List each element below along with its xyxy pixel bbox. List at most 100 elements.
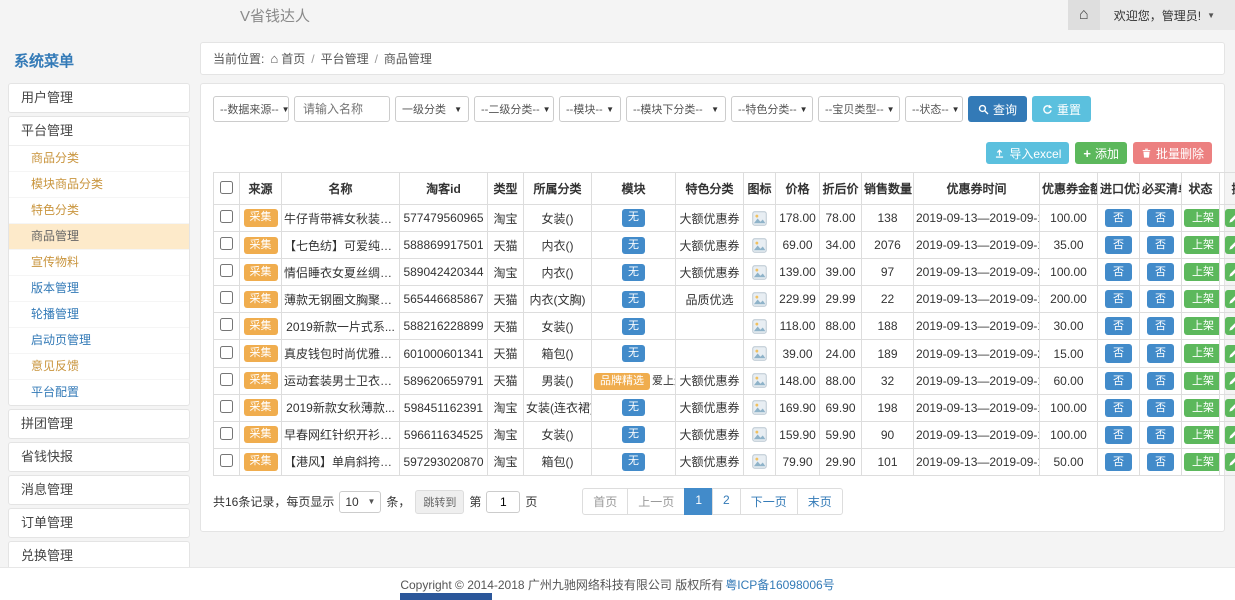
sidebar-group-toggle[interactable]: 消息管理 [9, 476, 189, 504]
select-all-checkbox[interactable] [220, 181, 233, 194]
sidebar-group-toggle[interactable]: 省钱快报 [9, 443, 189, 471]
row-checkbox[interactable] [220, 237, 233, 250]
must-buy-toggle[interactable]: 否 [1147, 290, 1174, 308]
status-toggle[interactable]: 上架 [1184, 209, 1220, 227]
must-buy-toggle[interactable]: 否 [1147, 344, 1174, 362]
must-buy-toggle[interactable]: 否 [1147, 399, 1174, 417]
sidebar-item[interactable]: 宣传物料 [9, 249, 189, 275]
status-toggle[interactable]: 上架 [1184, 236, 1220, 254]
import-select-toggle[interactable]: 否 [1105, 399, 1132, 417]
sidebar-item[interactable]: 模块商品分类 [9, 171, 189, 197]
row-checkbox[interactable] [220, 346, 233, 359]
status-toggle[interactable]: 上架 [1184, 317, 1220, 335]
must-buy-toggle[interactable]: 否 [1147, 236, 1174, 254]
row-checkbox[interactable] [220, 291, 233, 304]
import-select-toggle[interactable]: 否 [1105, 263, 1132, 281]
filter-select-module[interactable]: --模块--▼ [559, 96, 621, 122]
page-number-input[interactable] [486, 491, 520, 513]
sidebar-item[interactable]: 版本管理 [9, 275, 189, 301]
row-checkbox[interactable] [220, 318, 233, 331]
status-toggle[interactable]: 上架 [1184, 426, 1220, 444]
status-toggle[interactable]: 上架 [1184, 453, 1220, 471]
import-select-toggle[interactable]: 否 [1105, 372, 1132, 390]
row-checkbox[interactable] [220, 264, 233, 277]
must-buy-toggle[interactable]: 否 [1147, 372, 1174, 390]
module-badge: 无 [622, 209, 645, 226]
status-toggle[interactable]: 上架 [1184, 263, 1220, 281]
filter-select-module-subcategory[interactable]: --模块下分类--▼ [626, 96, 726, 122]
search-button[interactable]: 查询 [968, 96, 1027, 122]
filter-select-item-type[interactable]: --宝贝类型--▼ [818, 96, 900, 122]
must-buy-toggle[interactable]: 否 [1147, 209, 1174, 227]
sidebar-group-toggle[interactable]: 拼团管理 [9, 410, 189, 438]
filter-select-level2-category[interactable]: --二级分类--▼ [474, 96, 554, 122]
user-menu[interactable]: 欢迎您，管理员! ▼ [1100, 0, 1235, 30]
edit-button[interactable] [1225, 236, 1235, 254]
row-checkbox[interactable] [220, 427, 233, 440]
sidebar-item[interactable]: 轮播管理 [9, 301, 189, 327]
status-toggle[interactable]: 上架 [1184, 344, 1220, 362]
reset-button[interactable]: 重置 [1032, 96, 1091, 122]
import-excel-button[interactable]: 导入excel [986, 142, 1069, 164]
row-checkbox[interactable] [220, 400, 233, 413]
edit-button[interactable] [1225, 372, 1235, 390]
import-select-toggle[interactable]: 否 [1105, 290, 1132, 308]
breadcrumb-home[interactable]: ⌂ 首页 [270, 50, 305, 67]
pagination-next[interactable]: 下一页 [740, 488, 798, 515]
home-button[interactable]: ⌂ [1068, 0, 1100, 30]
status-toggle[interactable]: 上架 [1184, 290, 1220, 308]
jump-button[interactable]: 跳转到 [415, 490, 464, 514]
edit-button[interactable] [1225, 399, 1235, 417]
pagination-page-2[interactable]: 2 [712, 488, 741, 515]
sidebar-group-toggle[interactable]: 订单管理 [9, 509, 189, 537]
status-toggle[interactable]: 上架 [1184, 372, 1220, 390]
pagination-first[interactable]: 首页 [582, 488, 628, 515]
import-select-toggle[interactable]: 否 [1105, 236, 1132, 254]
edit-button[interactable] [1225, 263, 1235, 281]
edit-button[interactable] [1225, 345, 1235, 363]
import-select-toggle[interactable]: 否 [1105, 317, 1132, 335]
breadcrumb-item[interactable]: 商品管理 [384, 50, 432, 67]
status-toggle[interactable]: 上架 [1184, 399, 1220, 417]
page-size-select[interactable]: 10 ▼ [339, 491, 381, 513]
icp-link[interactable]: 粤ICP备16098006号 [725, 576, 834, 593]
row-checkbox[interactable] [220, 454, 233, 467]
import-select-toggle[interactable]: 否 [1105, 344, 1132, 362]
sidebar-item[interactable]: 商品分类 [9, 146, 189, 171]
import-select-toggle[interactable]: 否 [1105, 209, 1132, 227]
filter-select-status[interactable]: --状态--▼ [905, 96, 963, 122]
add-button[interactable]: + 添加 [1075, 142, 1127, 164]
must-buy-toggle[interactable]: 否 [1147, 263, 1174, 281]
filter-select-featured-category[interactable]: --特色分类--▼ [731, 96, 813, 122]
sidebar-item[interactable]: 启动页管理 [9, 327, 189, 353]
breadcrumb-item[interactable]: 平台管理 [321, 50, 369, 67]
content-panel: --数据来源--▼ 一级分类▼ --二级分类--▼ --模块--▼ --模块下分… [200, 83, 1225, 532]
edit-button[interactable] [1225, 317, 1235, 335]
edit-button[interactable] [1225, 209, 1235, 227]
sidebar-item[interactable]: 特色分类 [9, 197, 189, 223]
filter-select-data-source[interactable]: --数据来源--▼ [213, 96, 289, 122]
edit-button[interactable] [1225, 453, 1235, 471]
import-select-toggle[interactable]: 否 [1105, 426, 1132, 444]
sidebar-item[interactable]: 平台配置 [9, 379, 189, 405]
sidebar-group-toggle[interactable]: 平台管理 [9, 117, 189, 145]
sidebar-item[interactable]: 意见反馈 [9, 353, 189, 379]
pagination-page-1[interactable]: 1 [684, 488, 713, 515]
must-buy-toggle[interactable]: 否 [1147, 317, 1174, 335]
pagination-prev[interactable]: 上一页 [627, 488, 685, 515]
row-checkbox[interactable] [220, 210, 233, 223]
import-select-toggle[interactable]: 否 [1105, 453, 1132, 471]
filter-select-level1-category[interactable]: 一级分类▼ [395, 96, 469, 122]
batch-delete-button[interactable]: 批量删除 [1133, 142, 1212, 164]
sidebar-item[interactable]: 商品管理 [9, 223, 189, 249]
sidebar-group-toggle[interactable]: 兑换管理 [9, 542, 189, 567]
must-buy-toggle[interactable]: 否 [1147, 453, 1174, 471]
pagination-last[interactable]: 末页 [797, 488, 843, 515]
edit-button[interactable] [1225, 290, 1235, 308]
must-buy-toggle[interactable]: 否 [1147, 426, 1174, 444]
product-type: 天猫 [488, 367, 524, 394]
name-search-input[interactable] [294, 96, 390, 122]
sidebar-group-toggle[interactable]: 用户管理 [9, 84, 189, 112]
row-checkbox[interactable] [220, 373, 233, 386]
edit-button[interactable] [1225, 426, 1235, 444]
